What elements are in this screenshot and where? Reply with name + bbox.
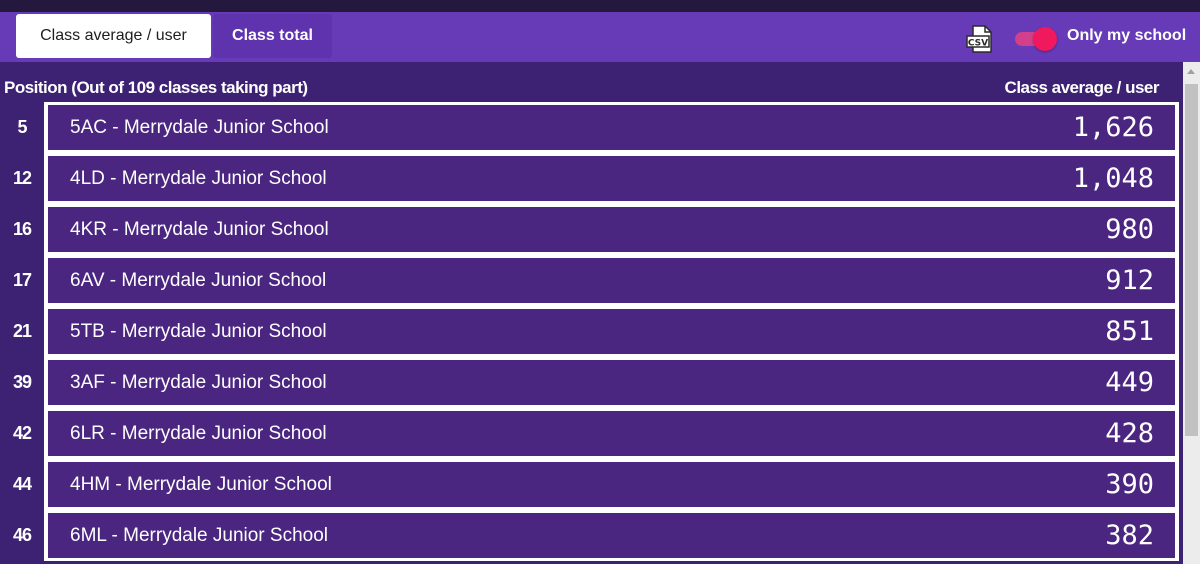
scroll-up-arrow-icon[interactable] [1187,69,1195,74]
only-my-school-toggle[interactable] [1013,27,1059,51]
class-name: 4LD - Merrydale Junior School [70,167,327,189]
row-entry: 6ML - Merrydale Junior School 382 [44,510,1179,561]
class-value: 1,048 [1072,163,1154,194]
only-my-school-label: Only my school [1067,27,1187,44]
row-position: 44 [12,474,32,494]
position-column-header: Position (Out of 109 classes taking part… [4,78,308,97]
class-value: 428 [1105,418,1154,449]
row-entry: 3AF - Merrydale Junior School 449 [44,357,1179,408]
row-position: 16 [12,219,32,239]
top-strip [0,0,1200,12]
leaderboard-panel: Position (Out of 109 classes taking part… [0,62,1183,564]
row-position: 46 [12,525,32,545]
row-position: 21 [12,321,32,341]
value-column-header: Class average / user [1004,78,1160,97]
toggle-knob [1033,27,1057,51]
class-value: 1,626 [1072,112,1154,143]
class-value: 851 [1105,316,1154,347]
row-position: 12 [12,168,32,188]
table-row[interactable]: 5 5AC - Merrydale Junior School 1,626 [0,102,1183,153]
vertical-scrollbar[interactable] [1183,62,1200,564]
table-row[interactable]: 16 4KR - Merrydale Junior School 980 [0,204,1183,255]
csv-icon-text: CSV [968,39,988,49]
toolbar: Class average / user Class total CSV Onl… [0,12,1200,62]
class-name: 6LR - Merrydale Junior School [70,422,327,444]
row-entry: 6AV - Merrydale Junior School 912 [44,255,1179,306]
class-name: 4HM - Merrydale Junior School [70,473,332,495]
table-row[interactable]: 44 4HM - Merrydale Junior School 390 [0,459,1183,510]
row-position: 39 [12,372,32,392]
row-position: 5 [17,117,27,137]
table-row[interactable]: 39 3AF - Merrydale Junior School 449 [0,357,1183,408]
row-entry: 4KR - Merrydale Junior School 980 [44,204,1179,255]
class-value: 449 [1105,367,1154,398]
class-name: 4KR - Merrydale Junior School [70,218,329,240]
table-row[interactable]: 12 4LD - Merrydale Junior School 1,048 [0,153,1183,204]
row-entry: 4HM - Merrydale Junior School 390 [44,459,1179,510]
class-value: 980 [1105,214,1154,245]
leaderboard-list: 5 5AC - Merrydale Junior School 1,626 12… [0,102,1183,561]
scroll-thumb[interactable] [1185,84,1198,436]
class-name: 5AC - Merrydale Junior School [70,116,329,138]
tab-class-average[interactable]: Class average / user [16,14,211,58]
class-value: 382 [1105,520,1154,551]
table-row[interactable]: 17 6AV - Merrydale Junior School 912 [0,255,1183,306]
row-entry: 4LD - Merrydale Junior School 1,048 [44,153,1179,204]
row-entry: 5AC - Merrydale Junior School 1,626 [44,102,1179,153]
class-name: 6ML - Merrydale Junior School [70,524,329,546]
tab-class-total[interactable]: Class total [213,14,332,58]
table-row[interactable]: 46 6ML - Merrydale Junior School 382 [0,510,1183,561]
row-entry: 5TB - Merrydale Junior School 851 [44,306,1179,357]
table-row[interactable]: 21 5TB - Merrydale Junior School 851 [0,306,1183,357]
class-name: 5TB - Merrydale Junior School [70,320,327,342]
class-name: 6AV - Merrydale Junior School [70,269,327,291]
class-name: 3AF - Merrydale Junior School [70,371,327,393]
row-position: 17 [12,270,32,290]
row-entry: 6LR - Merrydale Junior School 428 [44,408,1179,459]
class-value: 390 [1105,469,1154,500]
table-row[interactable]: 42 6LR - Merrydale Junior School 428 [0,408,1183,459]
class-value: 912 [1105,265,1154,296]
row-position: 42 [12,423,32,443]
csv-download-icon[interactable]: CSV [965,25,995,53]
